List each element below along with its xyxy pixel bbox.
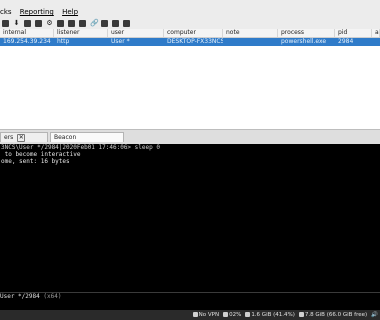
cell-computer: DESKTOP-FX33NCS	[167, 38, 223, 45]
cell-internal: 169.254.39.234	[3, 38, 51, 45]
cell-listener: http	[57, 38, 70, 45]
console-line: 3NCS\User */2984|2020Feb01 17:46:06> sle…	[1, 144, 160, 151]
tab-listeners[interactable]: ers ✕	[0, 132, 48, 142]
console-line: to become interactive	[1, 151, 81, 158]
cloud-icon[interactable]	[57, 19, 64, 27]
network-icon	[192, 312, 198, 317]
cell-user: User *	[111, 38, 130, 45]
col-computer[interactable]: computer	[164, 29, 223, 37]
cell-process: powershell.exe	[281, 38, 327, 45]
beacon-console[interactable]: 3NCS\User */2984|2020Feb01 17:46:06> sle…	[0, 144, 380, 292]
gear-icon[interactable]: ⚙	[46, 19, 53, 27]
beacon-client-window: cks Reporting Help ⬇ ⚙ 🔗 internal listen…	[0, 0, 380, 320]
menu-attacks[interactable]: cks	[0, 8, 12, 16]
cell-arch	[372, 38, 380, 46]
tab-beacon[interactable]: Beacon 169.254.39.234@2984 ✕	[50, 132, 124, 162]
menu-reporting[interactable]: Reporting	[20, 8, 54, 16]
book-icon[interactable]	[123, 19, 130, 27]
memory-icon	[245, 312, 251, 317]
col-user[interactable]: user	[108, 29, 164, 37]
close-icon[interactable]: ✕	[17, 133, 26, 142]
col-note[interactable]: note	[223, 29, 278, 37]
table-row[interactable]: 169.254.39.234 http User * DESKTOP-FX33N…	[0, 38, 380, 46]
vpn-status: No VPN	[192, 310, 219, 320]
system-status-bar: No VPN 02% 1.6 GiB (41.4%) 7.8 GiB (66.0…	[0, 310, 380, 320]
image-icon[interactable]	[35, 19, 42, 27]
sound-icon[interactable]: 🔊	[371, 310, 378, 320]
cell-note	[223, 38, 278, 46]
status-arch: (x64)	[43, 293, 62, 300]
coffee-icon[interactable]	[112, 19, 119, 27]
battery-status: 02%	[223, 310, 241, 320]
menu-help[interactable]: Help	[62, 8, 78, 16]
chat-icon[interactable]	[68, 19, 75, 27]
key-icon[interactable]	[24, 19, 31, 27]
col-internal[interactable]: internal	[0, 29, 54, 37]
tab-label: ers	[4, 134, 14, 141]
col-pid[interactable]: pid	[335, 29, 372, 37]
disk-status: 7.8 GiB (66.0 GiB free)	[298, 310, 367, 320]
cell-pid: 2984	[338, 38, 354, 45]
settings-icon[interactable]	[2, 19, 9, 27]
col-listener[interactable]: listener	[54, 29, 108, 37]
console-line: ome, sent: 16 bytes	[1, 158, 70, 165]
col-process[interactable]: process	[278, 29, 335, 37]
disk-icon	[298, 312, 304, 317]
battery-icon	[223, 312, 229, 317]
link-icon[interactable]: 🔗	[90, 19, 99, 27]
status-user: User */2984	[0, 293, 40, 300]
download-icon[interactable]: ⬇	[13, 19, 20, 27]
col-arch[interactable]: a	[372, 29, 380, 37]
table-header: internal listener user computer note pro…	[0, 29, 380, 38]
sessions-table: internal listener user computer note pro…	[0, 29, 380, 129]
cloud-icon[interactable]	[101, 19, 108, 27]
memory-status: 1.6 GiB (41.4%)	[245, 310, 295, 320]
file-icon[interactable]	[79, 19, 86, 27]
tab-bar: ers ✕ Beacon 169.254.39.234@2984 ✕	[0, 129, 380, 162]
console-input[interactable]	[0, 301, 380, 310]
